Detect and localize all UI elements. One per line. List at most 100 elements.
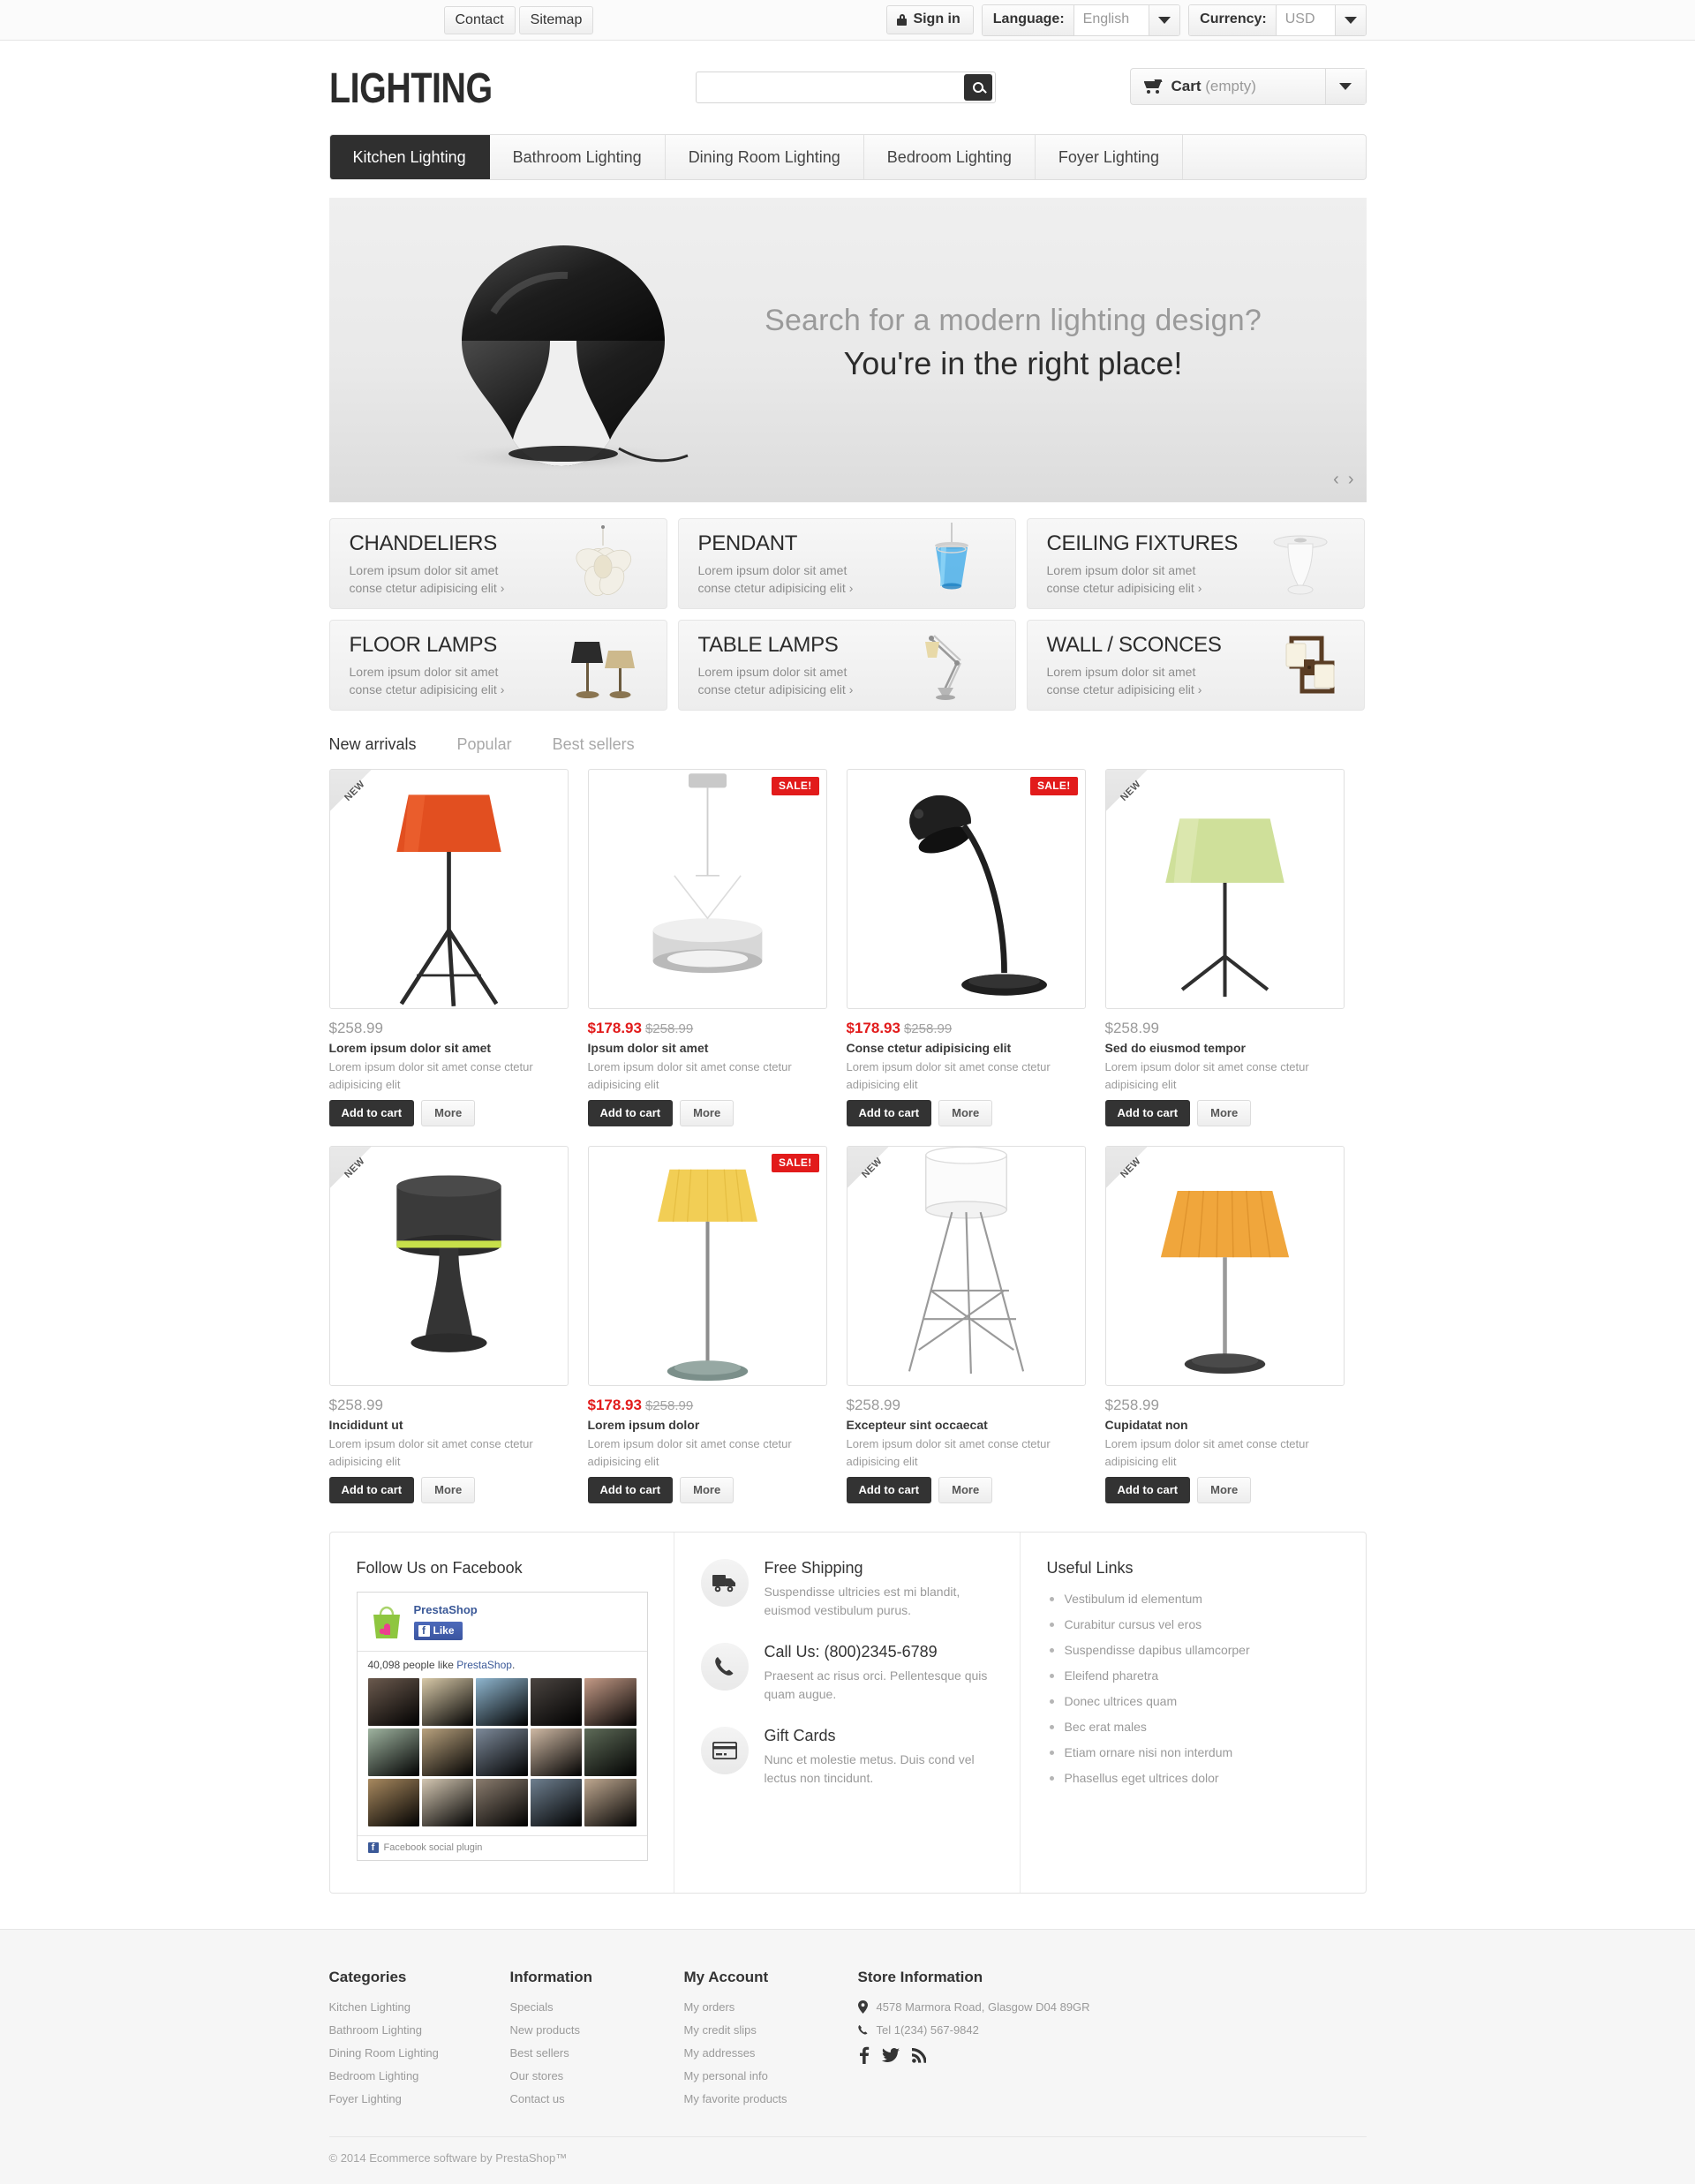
category-card-table-lamps[interactable]: TABLE LAMPS Lorem ipsum dolor sit amet co… — [677, 620, 1016, 711]
product-name[interactable]: Excepteur sint occaecat — [847, 1418, 1086, 1432]
footer-category-link[interactable]: Bedroom Lighting — [329, 2069, 510, 2082]
facebook-count-link[interactable]: PrestaShop — [456, 1659, 512, 1671]
product-image-box[interactable]: NEW — [1104, 1146, 1345, 1386]
product-name[interactable]: Cupidatat non — [1105, 1418, 1345, 1432]
product-name[interactable]: Ipsum dolor sit amet — [588, 1041, 827, 1055]
facebook-friend-avatar[interactable] — [530, 1779, 583, 1826]
product-name[interactable]: Lorem ipsum dolor — [588, 1418, 827, 1432]
product-tab-best-sellers[interactable]: Best sellers — [553, 735, 635, 757]
useful-link-item[interactable]: Donec ultrices quam — [1047, 1694, 1339, 1708]
footer-information-link[interactable]: New products — [510, 2023, 684, 2037]
add-to-cart-button[interactable]: Add to cart — [587, 1477, 674, 1503]
contact-link[interactable]: Contact — [443, 5, 516, 35]
add-to-cart-button[interactable]: Add to cart — [1104, 1100, 1191, 1126]
sign-in-button[interactable]: Sign in — [886, 5, 974, 35]
footer-information-link[interactable]: Specials — [510, 2000, 684, 2014]
facebook-friend-avatar[interactable] — [584, 1728, 637, 1776]
facebook-friend-avatar[interactable] — [584, 1779, 637, 1826]
facebook-friend-avatar[interactable] — [584, 1678, 637, 1726]
search-button[interactable] — [963, 74, 992, 101]
product-image-box[interactable]: SALE! — [587, 1146, 827, 1386]
hero-prev-button[interactable]: ‹ — [1333, 470, 1339, 490]
facebook-friend-avatar[interactable] — [530, 1678, 583, 1726]
search-box[interactable] — [695, 72, 996, 103]
facebook-like-button[interactable]: f Like — [413, 1622, 463, 1640]
language-dropdown-arrow[interactable] — [1149, 5, 1180, 35]
product-image-box[interactable]: NEW — [328, 769, 569, 1009]
facebook-friend-avatar[interactable] — [421, 1678, 474, 1726]
add-to-cart-button[interactable]: Add to cart — [328, 1477, 415, 1503]
hero-banner[interactable]: Search for a modern lighting design? You… — [328, 198, 1367, 502]
add-to-cart-button[interactable]: Add to cart — [587, 1100, 674, 1126]
facebook-friend-avatar[interactable] — [476, 1678, 528, 1726]
more-button[interactable]: More — [1197, 1477, 1252, 1503]
footer-category-link[interactable]: Bathroom Lighting — [329, 2023, 510, 2037]
nav-item-dining-room-lighting[interactable]: Dining Room Lighting — [666, 135, 864, 179]
useful-link-item[interactable]: Suspendisse dapibus ullamcorper — [1047, 1643, 1339, 1657]
useful-link-item[interactable]: Vestibulum id elementum — [1047, 1592, 1339, 1606]
product-image-box[interactable]: NEW — [1104, 769, 1345, 1009]
category-card-floor-lamps[interactable]: FLOOR LAMPS Lorem ipsum dolor sit amet co… — [328, 620, 667, 711]
facebook-friend-avatar[interactable] — [367, 1678, 419, 1726]
cart-dropdown-arrow[interactable] — [1324, 69, 1366, 104]
product-name[interactable]: Lorem ipsum dolor sit amet — [329, 1041, 569, 1055]
product-tab-popular[interactable]: Popular — [457, 735, 512, 757]
facebook-icon[interactable] — [858, 2046, 870, 2064]
product-tab-new-arrivals[interactable]: New arrivals — [329, 735, 417, 757]
product-image-box[interactable]: NEW — [846, 1146, 1086, 1386]
more-button[interactable]: More — [938, 1100, 993, 1126]
facebook-friend-avatar[interactable] — [530, 1728, 583, 1776]
hero-next-button[interactable]: › — [1348, 470, 1354, 490]
product-image-box[interactable]: SALE! — [846, 769, 1086, 1009]
product-name[interactable]: Incididunt ut — [329, 1418, 569, 1432]
nav-item-foyer-lighting[interactable]: Foyer Lighting — [1036, 135, 1183, 179]
language-selector[interactable]: Language: English — [981, 4, 1181, 36]
facebook-friend-avatar[interactable] — [476, 1779, 528, 1826]
nav-item-bedroom-lighting[interactable]: Bedroom Lighting — [864, 135, 1036, 179]
useful-link-item[interactable]: Phasellus eget ultrices dolor — [1047, 1771, 1339, 1785]
product-name[interactable]: Conse ctetur adipisicing elit — [847, 1041, 1086, 1055]
useful-link-item[interactable]: Bec erat males — [1047, 1720, 1339, 1734]
category-card-chandeliers[interactable]: CHANDELIERS Lorem ipsum dolor sit amet co… — [328, 518, 667, 609]
add-to-cart-button[interactable]: Add to cart — [328, 1100, 415, 1126]
nav-item-bathroom-lighting[interactable]: Bathroom Lighting — [490, 135, 666, 179]
footer-category-link[interactable]: Kitchen Lighting — [329, 2000, 510, 2014]
cart-block[interactable]: Cart (empty) — [1129, 68, 1367, 105]
facebook-friend-avatar[interactable] — [421, 1779, 474, 1826]
rss-icon[interactable] — [911, 2047, 926, 2063]
footer-information-link[interactable]: Contact us — [510, 2092, 684, 2105]
facebook-friend-avatar[interactable] — [421, 1728, 474, 1776]
footer-my-account-link[interactable]: My credit slips — [684, 2023, 858, 2037]
product-name[interactable]: Sed do eiusmod tempor — [1105, 1041, 1345, 1055]
footer-my-account-link[interactable]: My personal info — [684, 2069, 858, 2082]
footer-information-link[interactable]: Best sellers — [510, 2046, 684, 2060]
product-image-box[interactable]: NEW — [328, 1146, 569, 1386]
twitter-icon[interactable] — [881, 2047, 900, 2063]
category-card-pendant[interactable]: PENDANT Lorem ipsum dolor sit amet conse … — [677, 518, 1016, 609]
more-button[interactable]: More — [421, 1477, 476, 1503]
site-logo[interactable]: LIGHTING — [329, 64, 493, 113]
footer-information-link[interactable]: Our stores — [510, 2069, 684, 2082]
facebook-friend-avatar[interactable] — [476, 1728, 528, 1776]
nav-item-kitchen-lighting[interactable]: Kitchen Lighting — [329, 135, 490, 179]
currency-dropdown-arrow[interactable] — [1335, 5, 1366, 35]
useful-link-item[interactable]: Eleifend pharetra — [1047, 1668, 1339, 1683]
more-button[interactable]: More — [421, 1100, 476, 1126]
more-button[interactable]: More — [1197, 1100, 1252, 1126]
sitemap-link[interactable]: Sitemap — [518, 5, 594, 35]
more-button[interactable]: More — [680, 1100, 734, 1126]
product-image-box[interactable]: SALE! — [587, 769, 827, 1009]
footer-category-link[interactable]: Foyer Lighting — [329, 2092, 510, 2105]
currency-selector[interactable]: Currency: USD — [1188, 4, 1367, 36]
category-card-ceiling-fixtures[interactable]: CEILING FIXTURES Lorem ipsum dolor sit am… — [1026, 518, 1365, 609]
add-to-cart-button[interactable]: Add to cart — [846, 1100, 932, 1126]
search-input[interactable] — [696, 72, 964, 102]
footer-my-account-link[interactable]: My orders — [684, 2000, 858, 2014]
footer-my-account-link[interactable]: My addresses — [684, 2046, 858, 2060]
category-card-wall-sconces[interactable]: WALL / SCONCES Lorem ipsum dolor sit amet… — [1026, 620, 1365, 711]
facebook-page-name[interactable]: PrestaShop — [414, 1603, 478, 1616]
facebook-friend-avatar[interactable] — [367, 1728, 419, 1776]
footer-my-account-link[interactable]: My favorite products — [684, 2092, 858, 2105]
useful-link-item[interactable]: Etiam ornare nisi non interdum — [1047, 1745, 1339, 1759]
more-button[interactable]: More — [938, 1477, 993, 1503]
